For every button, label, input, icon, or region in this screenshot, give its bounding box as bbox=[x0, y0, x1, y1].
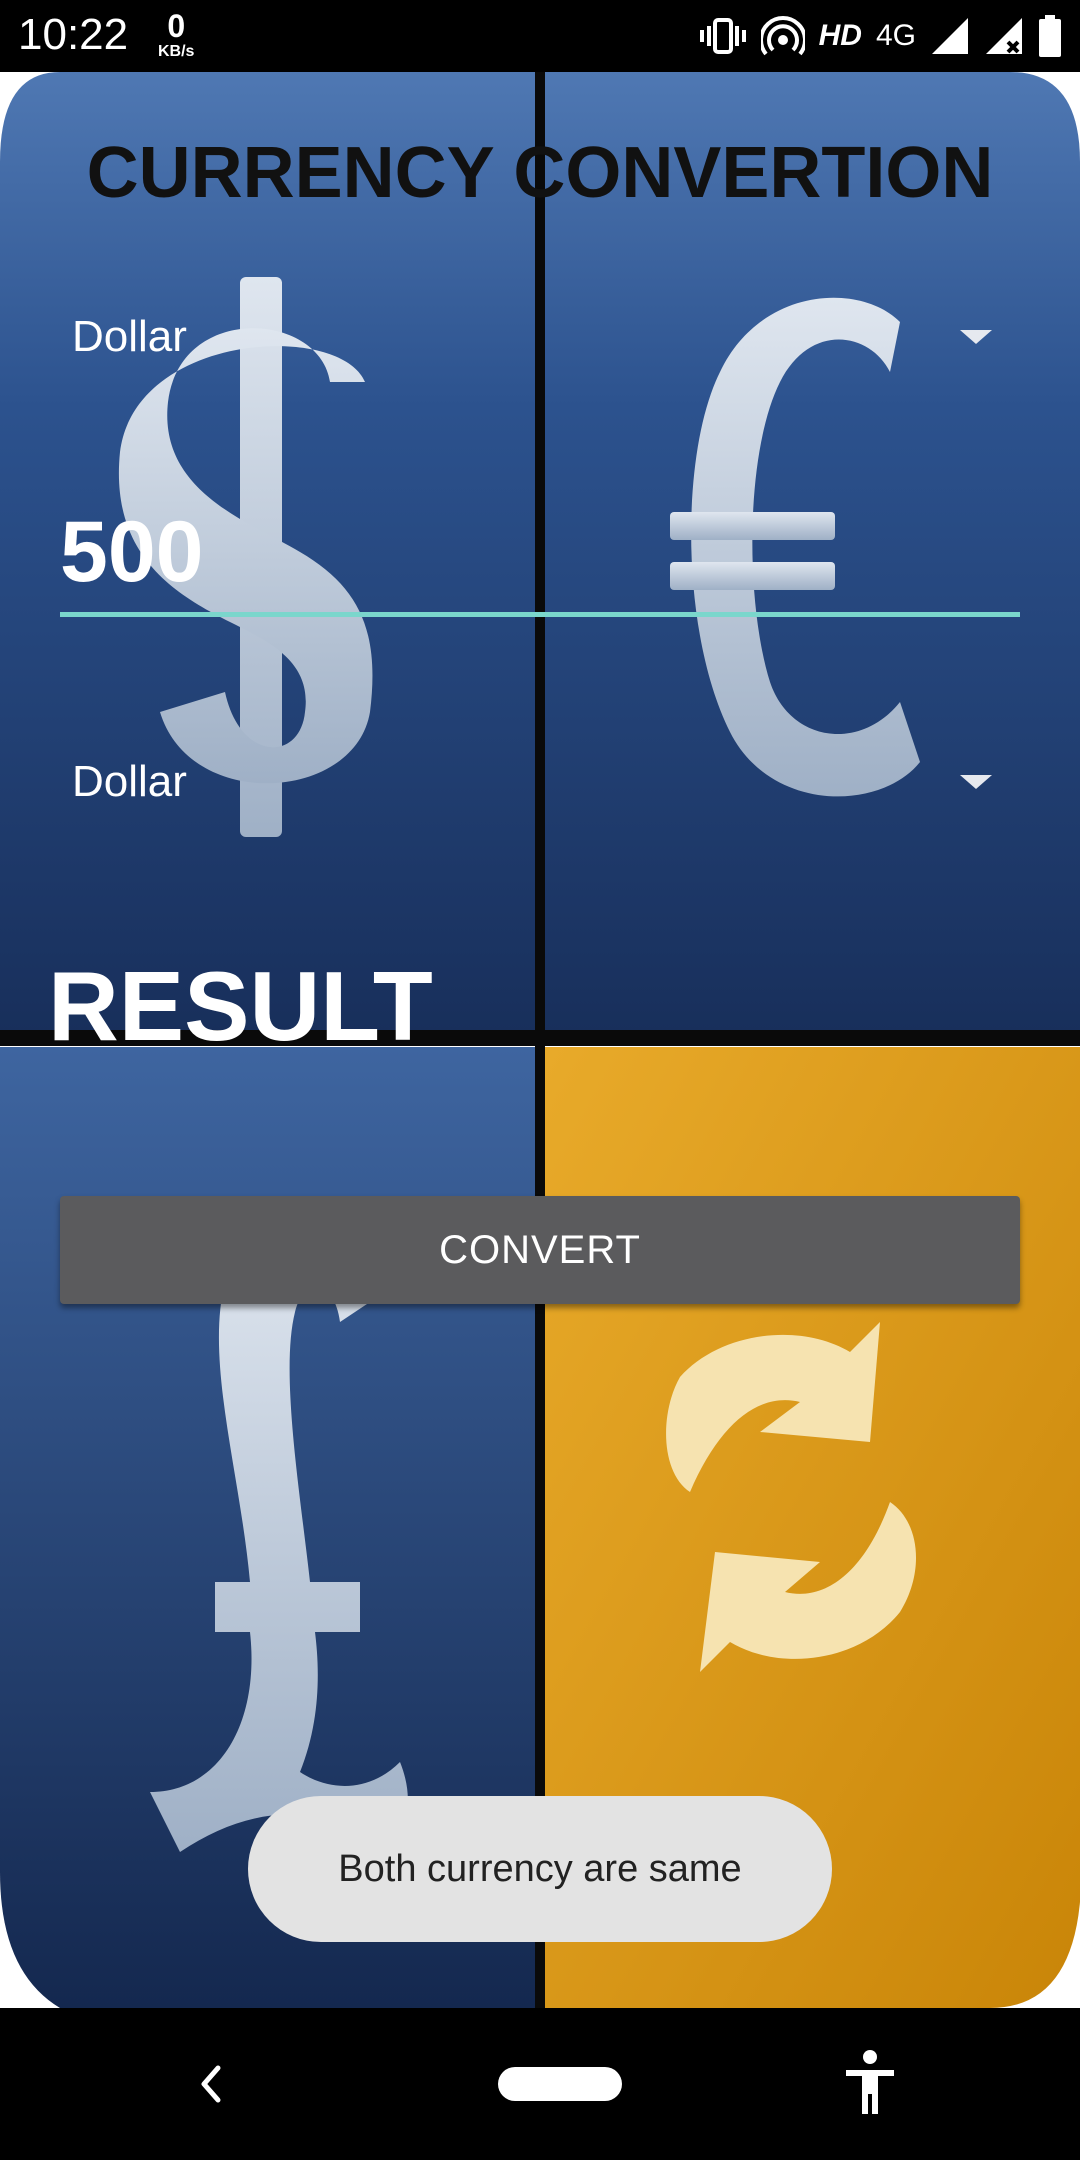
app-screen: CURRENCY CONVERTION Dollar Dollar RESULT… bbox=[0, 72, 1080, 2008]
to-currency-value: Dollar bbox=[72, 757, 187, 806]
amount-input[interactable] bbox=[60, 492, 1020, 617]
battery-icon bbox=[1039, 15, 1061, 57]
from-currency-value: Dollar bbox=[72, 312, 187, 361]
accessibility-icon[interactable] bbox=[840, 2048, 900, 2118]
page-title: CURRENCY CONVERTION bbox=[86, 133, 994, 213]
network-speed: 0 KB/s bbox=[158, 10, 194, 60]
status-bar: 10:22 0 KB/s HD 4G bbox=[0, 0, 1080, 72]
convert-button[interactable]: CONVERT bbox=[60, 1196, 1020, 1304]
dropdown-arrow-icon bbox=[960, 330, 992, 344]
vibrate-icon bbox=[699, 18, 746, 54]
toast-message: Both currency are same bbox=[248, 1796, 832, 1942]
result-label: RESULT bbox=[48, 951, 433, 1061]
hotspot-icon bbox=[760, 16, 805, 56]
home-pill-icon[interactable] bbox=[498, 2067, 622, 2101]
hd-label: HD bbox=[818, 19, 862, 52]
network-type: 4G bbox=[875, 19, 916, 52]
back-icon[interactable] bbox=[190, 2054, 230, 2114]
network-speed-value: 0 bbox=[167, 8, 186, 44]
signal-no-data-icon bbox=[986, 18, 1022, 54]
from-currency-spinner[interactable]: Dollar bbox=[72, 292, 992, 382]
status-time: 10:22 bbox=[18, 10, 129, 59]
network-speed-unit: KB/s bbox=[158, 43, 195, 60]
dropdown-arrow-icon bbox=[960, 775, 992, 789]
to-currency-spinner[interactable]: Dollar bbox=[72, 737, 992, 827]
status-icons: HD 4G bbox=[699, 14, 1062, 58]
signal-icon bbox=[932, 18, 968, 54]
navigation-bar bbox=[0, 2008, 1080, 2160]
